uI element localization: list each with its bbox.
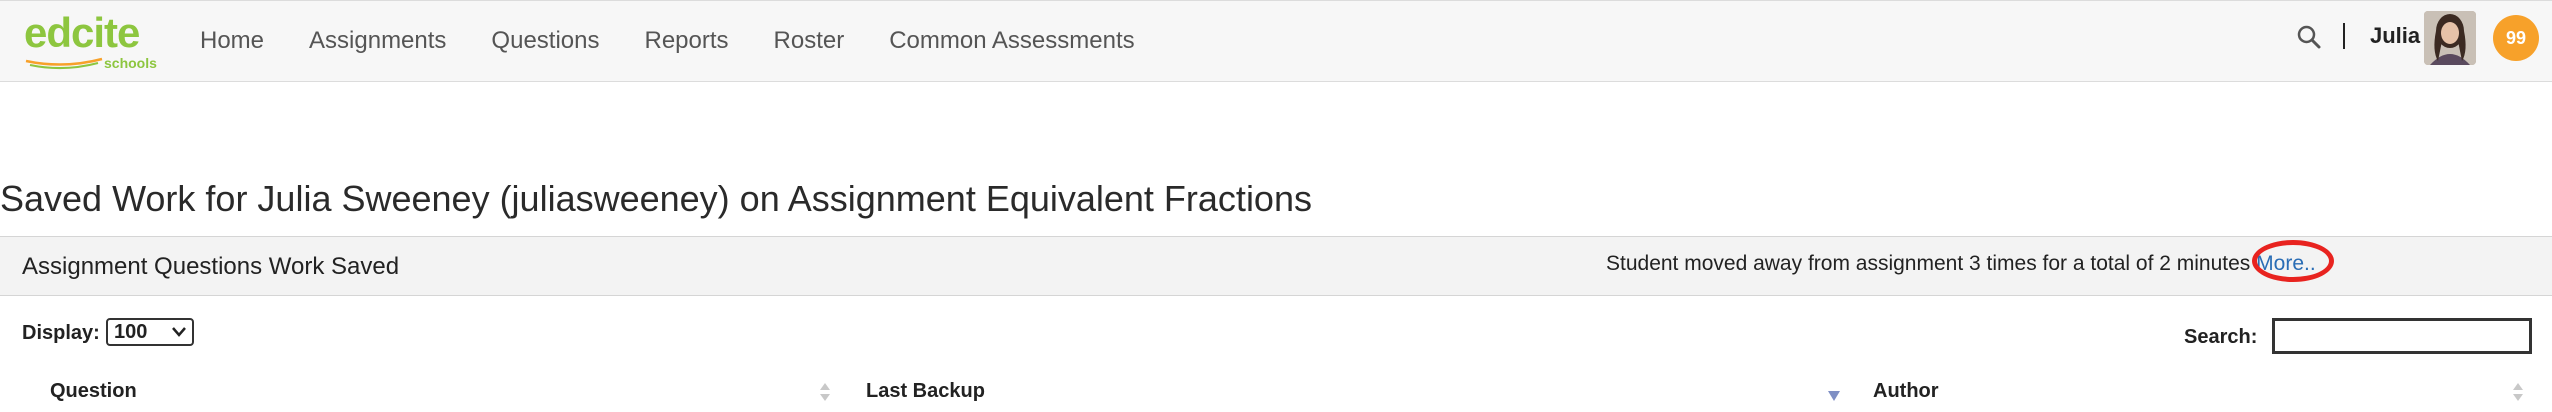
nav-divider — [2343, 23, 2345, 49]
logo-text: edcite — [24, 9, 140, 56]
display-select[interactable]: 100 — [106, 318, 194, 346]
nav-reports[interactable]: Reports — [644, 27, 728, 55]
chevron-down-icon — [172, 327, 186, 337]
top-navbar: edcite schools Home Assignments Question… — [0, 0, 2552, 82]
column-header-last-backup[interactable]: Last Backup — [866, 380, 985, 403]
panel-title: Assignment Questions Work Saved — [22, 253, 400, 280]
column-header-author[interactable]: Author — [1873, 380, 1939, 403]
nav-home[interactable]: Home — [200, 27, 264, 55]
sort-descending-icon[interactable] — [1828, 385, 1840, 407]
panel-header: Assignment Questions Work Saved Student … — [0, 236, 2552, 296]
notification-badge[interactable]: 99 — [2493, 15, 2539, 61]
logo-subtext: schools — [104, 55, 157, 71]
away-summary-text: Student moved away from assignment 3 tim… — [1606, 252, 2251, 275]
display-select-value: 100 — [114, 321, 148, 343]
page-title: Saved Work for Julia Sweeney (juliasween… — [0, 178, 1312, 219]
avatar[interactable] — [2424, 11, 2476, 65]
more-link[interactable]: More.. — [2256, 252, 2316, 275]
main-nav: Home Assignments Questions Reports Roste… — [200, 1, 1180, 81]
search-label: Search: — [2184, 326, 2258, 348]
sort-both-icon[interactable] — [819, 381, 831, 403]
away-summary: Student moved away from assignment 3 tim… — [1606, 252, 2316, 276]
edcite-logo[interactable]: edcite schools — [24, 9, 157, 73]
nav-common-assessments[interactable]: Common Assessments — [889, 27, 1134, 55]
nav-assignments[interactable]: Assignments — [309, 27, 446, 55]
avatar-photo-icon — [2424, 11, 2476, 65]
display-label: Display: — [22, 322, 100, 344]
search-input[interactable] — [2272, 318, 2532, 354]
logo-swoosh-icon — [25, 57, 103, 70]
column-header-question[interactable]: Question — [50, 380, 137, 403]
sort-both-icon[interactable] — [2512, 381, 2524, 403]
nav-roster[interactable]: Roster — [774, 27, 845, 55]
search-icon[interactable] — [2296, 24, 2322, 50]
nav-questions[interactable]: Questions — [491, 27, 599, 55]
user-name[interactable]: Julia — [2370, 23, 2420, 49]
